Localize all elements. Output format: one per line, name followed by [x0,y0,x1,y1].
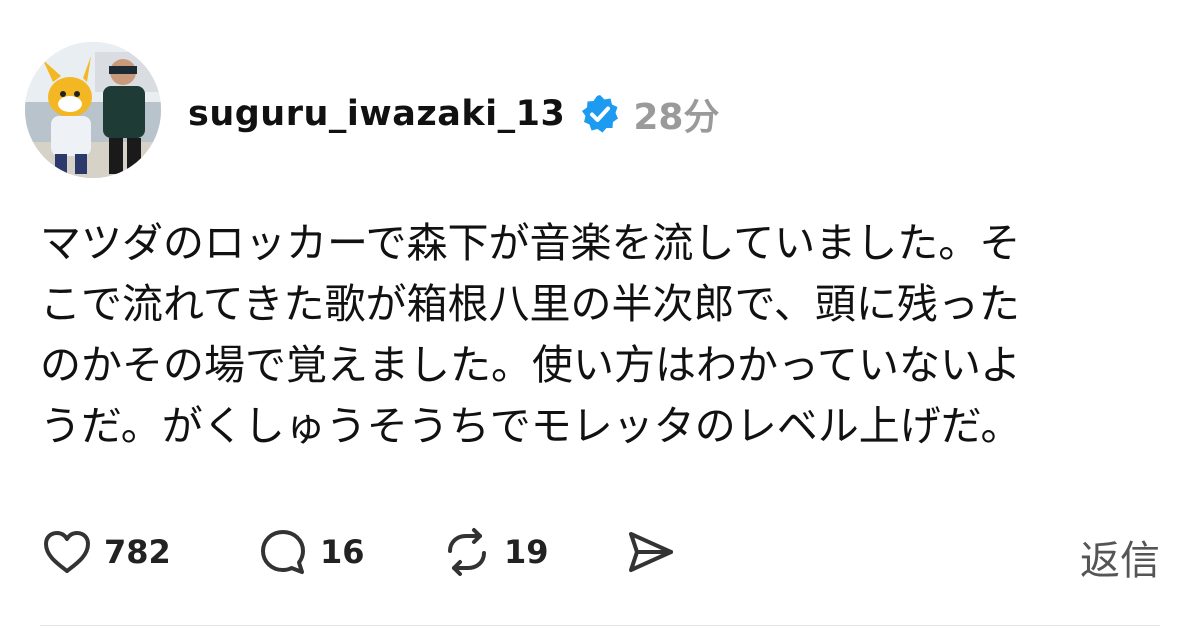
avatar-photo [25,42,161,178]
divider [40,625,1160,626]
post-body-line: うだ。がくしゅうそうちでモレッタのレベル上げだ。 [40,402,1022,450]
heart-icon [40,525,94,579]
verified-badge-icon [579,93,621,135]
send-icon [624,525,678,579]
like-count: 782 [104,533,171,571]
repost-count: 19 [504,533,549,571]
username[interactable]: suguru_iwazaki_13 [188,94,565,134]
post-card: suguru_iwazaki_13 28分 マツダのロッカーで森下が音楽を流して… [0,0,1200,628]
like-button[interactable]: 782 [40,522,171,582]
share-button[interactable] [624,522,678,582]
action-bar: 782 16 19 返信 [40,522,1160,584]
post-body-line: マツダのロッカーで森下が音楽を流していました。そ [40,219,1021,267]
repost-button[interactable]: 19 [440,522,549,582]
reply-link[interactable]: 返信 [1080,528,1160,586]
repost-arrows-icon [440,525,494,579]
reply-count: 16 [320,533,365,571]
avatar[interactable] [25,42,161,178]
post-body: マツダのロッカーで森下が音楽を流していました。そ こで流れてきた歌が箱根八里の半… [40,213,1120,457]
post-header: suguru_iwazaki_13 28分 [188,84,719,144]
post-body-line: こで流れてきた歌が箱根八里の半次郎で、頭に残った [40,280,1020,328]
post-body-line: のかその場で覚えました。使い方はわかっていないよ [40,341,1022,389]
post-timestamp: 28分 [633,97,720,138]
reply-button[interactable]: 16 [256,522,365,582]
speech-bubble-icon [256,525,310,579]
